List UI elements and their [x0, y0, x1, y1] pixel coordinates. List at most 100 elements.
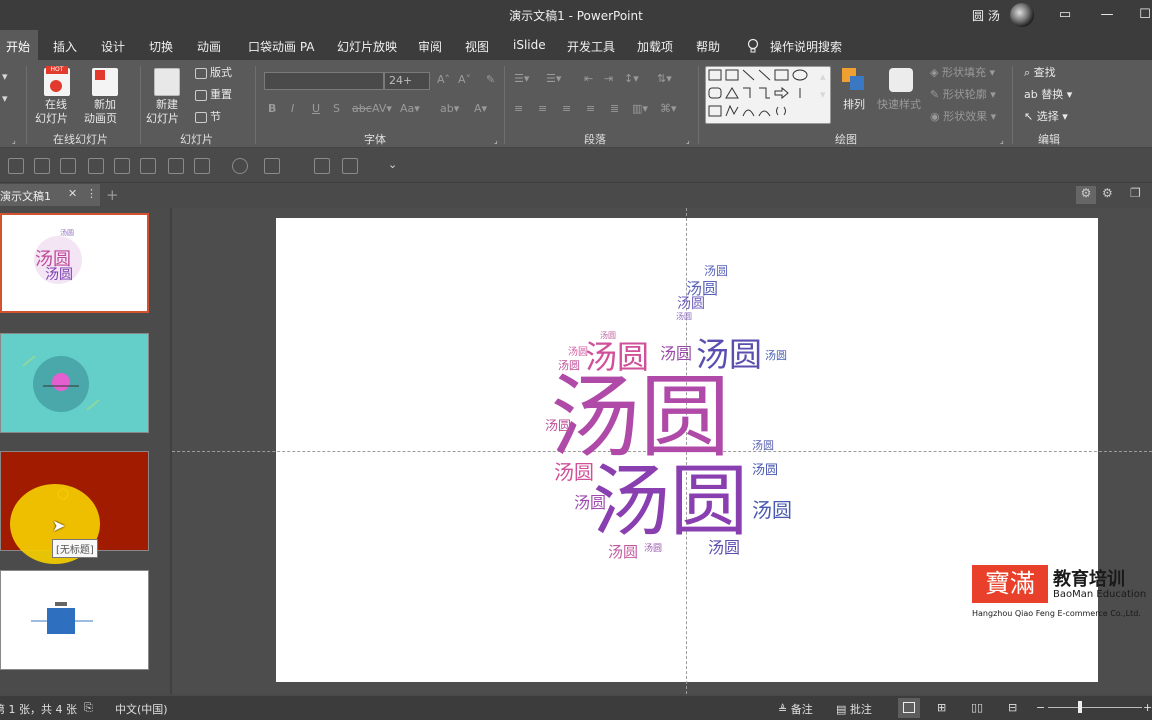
- paste-dropdown[interactable]: ▾: [2, 70, 8, 83]
- tab-help[interactable]: 帮助: [696, 38, 720, 55]
- tab-insert[interactable]: 插入: [53, 38, 77, 55]
- justify-icon[interactable]: ≡: [586, 102, 595, 115]
- drawing-launcher-icon[interactable]: ⌟: [1000, 136, 1004, 145]
- arrange-icon[interactable]: [842, 68, 866, 92]
- shrink-font-icon[interactable]: A˅: [458, 73, 471, 86]
- shadow-icon[interactable]: S: [333, 102, 340, 115]
- zoom-out-icon[interactable]: −: [1036, 701, 1045, 714]
- window-list-icon[interactable]: ❐: [1130, 186, 1141, 200]
- strikethrough-icon[interactable]: abc: [352, 102, 372, 115]
- tab-islide[interactable]: iSlide: [513, 38, 546, 52]
- shapes-scroll-up-icon[interactable]: ▴: [820, 70, 826, 83]
- document-tab[interactable]: 演示文稿1 ✕ ⋮: [0, 184, 100, 206]
- italic-icon[interactable]: I: [291, 102, 294, 115]
- distribute-horizontal-icon[interactable]: [168, 158, 184, 174]
- align-left-objects-icon[interactable]: [8, 158, 24, 174]
- comments-button[interactable]: ▤ 批注: [836, 701, 872, 717]
- columns-icon[interactable]: ▥▾: [632, 102, 648, 115]
- accessibility-icon[interactable]: ⎘: [84, 701, 93, 715]
- maximize-button[interactable]: ☐: [1136, 6, 1152, 24]
- tab-home[interactable]: 开始: [0, 30, 39, 60]
- align-center-icon[interactable]: ≡: [538, 102, 547, 115]
- highlight-icon[interactable]: ab▾: [440, 102, 459, 115]
- layout-button[interactable]: 版式: [210, 66, 232, 80]
- clipboard-launcher-icon[interactable]: ⌟: [12, 136, 16, 145]
- settings-icon[interactable]: ⚙: [1102, 186, 1113, 200]
- distributed-icon[interactable]: ≣: [610, 102, 619, 115]
- align-left-icon[interactable]: ≡: [514, 102, 523, 115]
- new-slide-icon[interactable]: [154, 68, 180, 96]
- close-tab-icon[interactable]: ✕: [68, 187, 77, 200]
- tab-view[interactable]: 视图: [465, 38, 489, 55]
- tab-design[interactable]: 设计: [101, 38, 125, 55]
- numbering-icon[interactable]: ☰▾: [546, 72, 561, 85]
- tab-tools-icon[interactable]: ⚙: [1076, 186, 1096, 204]
- font-name-field[interactable]: [264, 72, 384, 90]
- tab-menu-icon[interactable]: ⋮: [86, 187, 97, 200]
- shape-effects-button[interactable]: ◉ 形状效果 ▾: [930, 110, 996, 124]
- slide-sorter-view-icon[interactable]: ⊞: [937, 701, 946, 714]
- text-direction-icon[interactable]: ⇅▾: [657, 72, 672, 85]
- shape-merge-icon[interactable]: [232, 158, 248, 174]
- smartart-icon[interactable]: ⌘▾: [660, 102, 677, 115]
- distribute-vertical-icon[interactable]: [194, 158, 210, 174]
- notes-button[interactable]: ≜ 备注: [778, 701, 813, 717]
- line-spacing-icon[interactable]: ↕▾: [624, 72, 639, 85]
- clipboard-dropdown[interactable]: ▾: [2, 92, 8, 105]
- find-button[interactable]: ⌕ 查找: [1024, 66, 1056, 80]
- shape-outline-button[interactable]: ✎ 形状轮廓 ▾: [930, 88, 996, 102]
- align-center-objects-icon[interactable]: [34, 158, 50, 174]
- new-tab-icon[interactable]: +: [106, 186, 119, 204]
- user-name[interactable]: 圆 汤: [972, 7, 1000, 24]
- slide-thumbnail-4[interactable]: [0, 570, 149, 670]
- align-bottom-icon[interactable]: [140, 158, 156, 174]
- bullets-icon[interactable]: ☰▾: [514, 72, 529, 85]
- section-button[interactable]: 节: [210, 110, 221, 124]
- online-slide-icon[interactable]: HOT: [44, 66, 70, 96]
- export-icon[interactable]: [342, 158, 358, 174]
- slide-view-icon[interactable]: [314, 158, 330, 174]
- increase-indent-icon[interactable]: ⇥: [604, 72, 613, 85]
- customize-toolbar-icon[interactable]: ⌄: [388, 158, 397, 171]
- decrease-indent-icon[interactable]: ⇤: [584, 72, 593, 85]
- tab-addins[interactable]: 加载项: [637, 38, 673, 55]
- shape-fill-button[interactable]: ◈ 形状填充 ▾: [930, 66, 995, 80]
- char-spacing-icon[interactable]: AV▾: [372, 102, 392, 115]
- ribbon-display-options-icon[interactable]: ▭: [1056, 6, 1074, 24]
- shape-format-icon[interactable]: [264, 158, 280, 174]
- tab-pocket-animation[interactable]: 口袋动画 PA: [248, 38, 315, 55]
- slide-thumbnail-2[interactable]: [0, 333, 149, 433]
- reading-view-icon[interactable]: ▯▯: [971, 701, 983, 714]
- zoom-slider-thumb[interactable]: [1078, 701, 1082, 713]
- align-middle-icon[interactable]: [114, 158, 130, 174]
- underline-icon[interactable]: U: [312, 102, 320, 115]
- new-animation-page-icon[interactable]: [92, 68, 118, 96]
- tab-transitions[interactable]: 切换: [149, 38, 173, 55]
- tab-review[interactable]: 审阅: [418, 38, 442, 55]
- minimize-button[interactable]: —: [1098, 6, 1116, 24]
- zoom-in-icon[interactable]: +: [1143, 701, 1152, 714]
- grow-font-icon[interactable]: A˄: [437, 73, 450, 86]
- clear-format-icon[interactable]: ✎: [486, 73, 495, 86]
- tab-slideshow[interactable]: 幻灯片放映: [337, 38, 397, 55]
- bold-icon[interactable]: B: [268, 102, 276, 115]
- paragraph-launcher-icon[interactable]: ⌟: [686, 136, 690, 145]
- quick-styles-icon[interactable]: [889, 68, 913, 92]
- tab-developer[interactable]: 开发工具: [567, 38, 615, 55]
- align-right-objects-icon[interactable]: [60, 158, 76, 174]
- normal-view-button[interactable]: [898, 698, 920, 718]
- font-size-field[interactable]: 24+: [384, 72, 430, 90]
- font-launcher-icon[interactable]: ⌟: [494, 136, 498, 145]
- replace-button[interactable]: ab 替换 ▾: [1024, 88, 1072, 102]
- align-right-icon[interactable]: ≡: [562, 102, 571, 115]
- shapes-scroll-down-icon[interactable]: ▾: [820, 88, 826, 101]
- slide-thumbnail-1[interactable]: 汤圆 汤圆 汤圆: [0, 213, 149, 313]
- tell-me-search[interactable]: 操作说明搜索: [770, 38, 842, 55]
- align-top-icon[interactable]: [88, 158, 104, 174]
- font-color-icon[interactable]: A▾: [474, 102, 487, 115]
- reset-button[interactable]: 重置: [210, 88, 232, 102]
- select-button[interactable]: ↖ 选择 ▾: [1024, 110, 1068, 124]
- language-indicator[interactable]: 中文(中国): [115, 701, 168, 717]
- avatar[interactable]: [1010, 3, 1034, 27]
- slideshow-view-icon[interactable]: ⊟: [1008, 701, 1017, 714]
